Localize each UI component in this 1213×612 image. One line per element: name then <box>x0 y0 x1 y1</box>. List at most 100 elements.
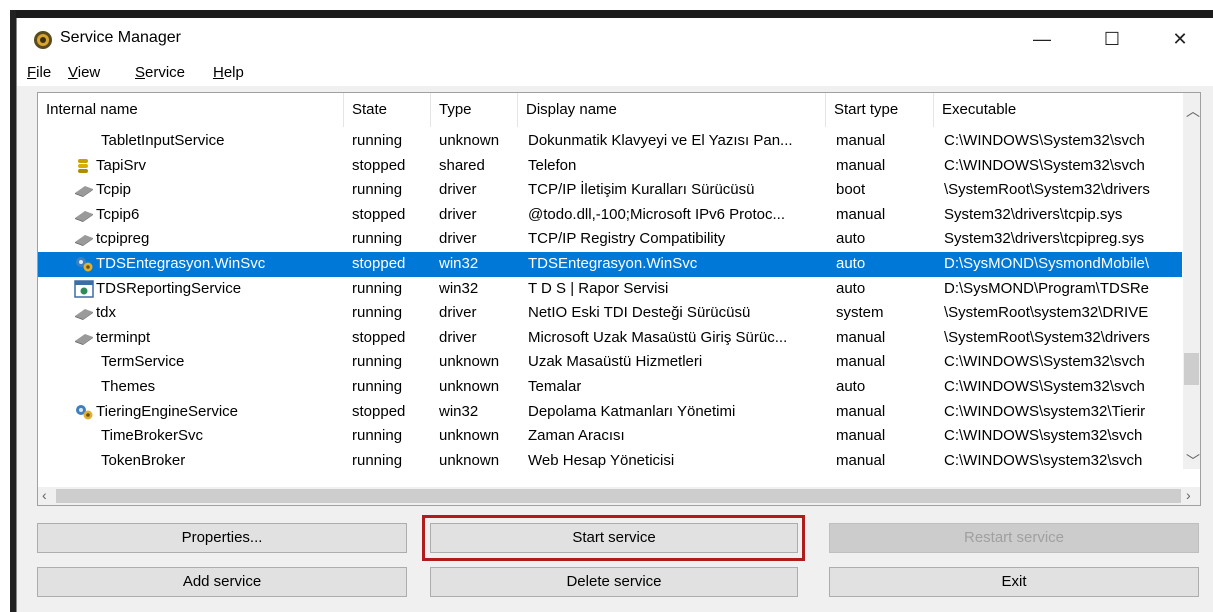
table-row[interactable]: TimeBrokerSvc running unknown Zaman Aracısı… <box>38 424 1182 449</box>
cell-internal-name: Tcpip <box>96 181 132 199</box>
table-row[interactable]: tcpipreg running driver TCP/IP Registry Com… <box>38 227 1182 252</box>
table-row[interactable]: terminpt stopped driver Microsoft Uzak Masa… <box>38 326 1182 351</box>
cell-exe: D:\SysMOND\SysmondMobile\ <box>944 255 1150 272</box>
cell-start: manual <box>836 427 886 445</box>
minimize-button[interactable]: — <box>1019 18 1065 60</box>
cell-type: driver <box>439 205 477 223</box>
menu-service-label: ervice <box>145 64 186 81</box>
table-row[interactable]: TermService running unknown Uzak Masaüstü H… <box>38 350 1182 375</box>
cell-start: boot <box>836 181 866 199</box>
cell-start: manual <box>836 451 886 469</box>
menu-service[interactable]: Service <box>135 64 185 81</box>
restart-service-button: Restart service <box>829 523 1199 553</box>
table-row[interactable]: TDSReportingService running win32 T D S | R… <box>38 277 1182 302</box>
cell-type: unknown <box>439 427 500 445</box>
cell-type: unknown <box>439 451 500 469</box>
cell-display: T D S | Rapor Servisi <box>528 279 669 297</box>
cell-type: unknown <box>439 378 500 395</box>
cell-type: driver <box>439 181 477 199</box>
table-row[interactable]: TokenBroker running unknown Web Hesap Yönet… <box>38 449 1182 474</box>
cell-state: stopped <box>352 156 406 174</box>
table-row[interactable]: TapiSrv stopped shared Telefon manual C:\WIND… <box>38 154 1182 179</box>
cell-internal-name: tdx <box>96 304 117 322</box>
column-header-display-name[interactable]: Display name <box>518 93 826 127</box>
cell-state: running <box>352 427 403 445</box>
properties-button[interactable]: Properties... <box>37 523 407 553</box>
cell-internal-name: TieringEngineService <box>96 402 239 420</box>
cell-display: Telefon <box>528 156 577 174</box>
cell-exe: C:\WINDOWS\System32\svch <box>944 132 1145 149</box>
cell-start: manual <box>836 402 886 420</box>
cell-start: manual <box>836 132 886 149</box>
menu-help-label: elp <box>223 64 244 81</box>
column-header-internal-name[interactable]: Internal name <box>38 93 344 127</box>
add-service-button[interactable]: Add service <box>37 567 407 597</box>
vertical-scroll-thumb[interactable] <box>1184 353 1199 385</box>
window-shadow <box>14 10 1213 18</box>
column-header-type[interactable]: Type <box>431 93 518 127</box>
table-row[interactable]: Tcpip running driver TCP/IP İletişim Kurall… <box>38 178 1182 203</box>
cell-start: auto <box>836 230 866 248</box>
cell-display: Dokunmatik Klavyeyi ve El Yazısı Pan... <box>528 132 793 149</box>
driver-icon <box>74 329 94 347</box>
service-list[interactable]: Internal name State Type Display name St… <box>37 92 1201 506</box>
scroll-left-icon[interactable]: ‹ <box>42 487 47 503</box>
scroll-down-icon[interactable]: ﹀ <box>1186 451 1200 471</box>
close-button[interactable]: ✕ <box>1157 18 1203 60</box>
table-row[interactable]: Themes running unknown Temalar auto C:\WINDOW… <box>38 375 1182 400</box>
menu-view-accel: V <box>68 64 78 81</box>
cell-internal-name: tcpipreg <box>96 230 150 248</box>
exit-button[interactable]: Exit <box>829 567 1199 597</box>
horizontal-scrollbar[interactable]: ‹ › <box>38 487 1200 505</box>
cell-state: stopped <box>352 402 406 420</box>
cell-exe: C:\WINDOWS\system32\Tierir <box>944 402 1146 420</box>
table-row[interactable]: TieringEngineService stopped win32 Depolama… <box>38 400 1182 425</box>
cell-internal-name: Tcpip6 <box>96 205 140 223</box>
cell-state: stopped <box>352 205 406 223</box>
cell-state: stopped <box>352 255 406 272</box>
cell-display: Uzak Masaüstü Hizmetleri <box>528 353 703 371</box>
scroll-up-icon[interactable]: ︿ <box>1186 101 1200 121</box>
delete-service-button[interactable]: Delete service <box>430 567 798 597</box>
menu-view[interactable]: View <box>68 64 100 81</box>
cell-exe: C:\WINDOWS\system32\svch <box>944 427 1143 445</box>
cell-type: driver <box>439 230 477 248</box>
table-row[interactable]: TabletInputService running unknown Dokunmat… <box>38 129 1182 154</box>
horizontal-scroll-thumb[interactable] <box>56 489 1181 503</box>
cell-type: shared <box>439 156 485 174</box>
table-row[interactable]: Tcpip6 stopped driver @todo.dll,-100;Micros… <box>38 203 1182 228</box>
cell-start: manual <box>836 156 886 174</box>
table-row[interactable]: TDSEntegrasyon.WinSvc stopped win32 TDSEnte… <box>38 252 1182 277</box>
app-window-icon <box>74 279 94 298</box>
cell-exe: C:\WINDOWS\System32\svch <box>944 378 1145 395</box>
cell-internal-name: TermService <box>101 353 185 371</box>
cell-internal-name: TDSReportingService <box>96 279 242 297</box>
column-header-row: Internal name State Type Display name St… <box>38 93 1182 127</box>
cell-type: win32 <box>439 255 479 272</box>
title-bar[interactable]: Service Manager — ☐ ✕ <box>17 18 1213 60</box>
cell-display: NetIO Eski TDI Desteği Sürücüsü <box>528 304 751 322</box>
vertical-scrollbar[interactable]: ︿ ﹀ <box>1183 93 1200 469</box>
scroll-right-icon[interactable]: › <box>1186 487 1191 503</box>
menu-help[interactable]: Help <box>213 64 244 81</box>
column-header-start-type[interactable]: Start type <box>826 93 934 127</box>
cell-display: @todo.dll,-100;Microsoft IPv6 Protoc... <box>528 205 785 223</box>
cell-state: running <box>352 132 403 149</box>
cell-display: Depolama Katmanları Yönetimi <box>528 402 736 420</box>
cell-start: auto <box>836 378 866 395</box>
cell-internal-name: TDSEntegrasyon.WinSvc <box>96 255 266 272</box>
cell-state: running <box>352 353 403 371</box>
cell-display: Web Hesap Yöneticisi <box>528 451 675 469</box>
column-header-state[interactable]: State <box>344 93 431 127</box>
cell-type: driver <box>439 304 477 322</box>
cell-exe: System32\drivers\tcpip.sys <box>944 205 1123 223</box>
cell-display: TCP/IP Registry Compatibility <box>528 230 726 248</box>
cell-internal-name: TokenBroker <box>101 451 186 469</box>
cell-exe: C:\WINDOWS\System32\svch <box>944 353 1145 371</box>
cell-display: Temalar <box>528 378 582 395</box>
column-header-executable[interactable]: Executable <box>934 93 1182 127</box>
maximize-button[interactable]: ☐ <box>1089 18 1135 60</box>
table-row[interactable]: tdx running driver NetIO Eski TDI Desteği S… <box>38 301 1182 326</box>
menu-file[interactable]: File <box>27 64 51 81</box>
menu-help-accel: H <box>213 64 224 81</box>
